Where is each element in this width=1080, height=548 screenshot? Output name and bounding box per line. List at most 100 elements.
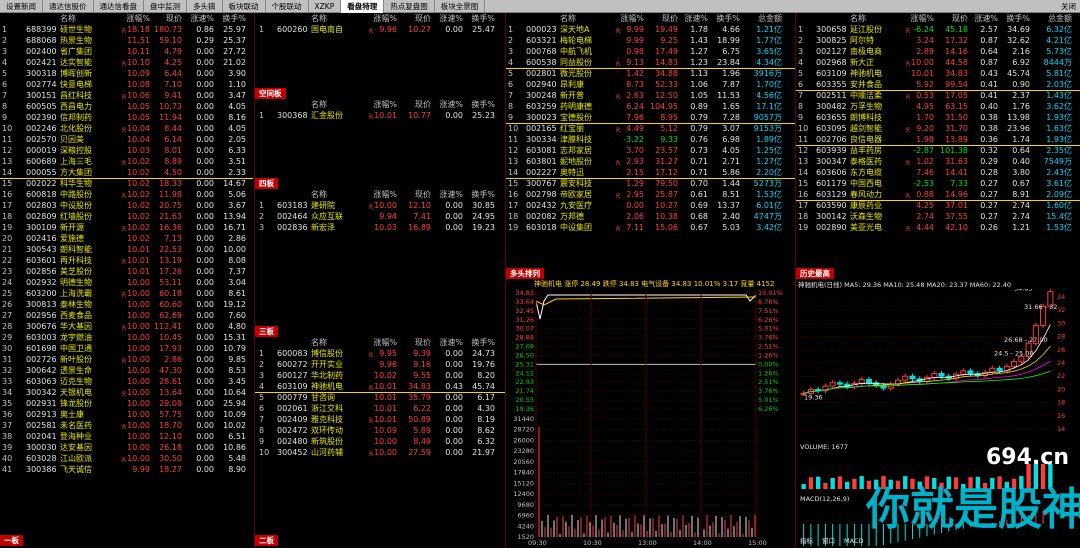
- table-row[interactable]: 14 603606 东方电缆 7.46 14.41 0.28 3.80 2.43亿: [796, 167, 1080, 178]
- table-row[interactable]: 5 000779 甘咨询 10.01 35.79 0.00 6.17: [255, 392, 505, 403]
- table-row[interactable]: 11 300334 津膜科技 -3.22 9.33 0.76 6.98 1.89亿: [506, 134, 795, 145]
- tab-0[interactable]: 设置新闻: [0, 0, 43, 13]
- three-board-label[interactable]: 三板: [255, 326, 278, 337]
- table-row[interactable]: 8 002472 双环传动 10.09 5.89 0.00 8.62: [255, 425, 505, 436]
- table-row[interactable]: 9 603655 朗博科技 1.70 31.50 0.38 13.98 1.93亿: [796, 112, 1080, 123]
- table-row[interactable]: 33 603063 迈克生物 10.00 28.61 0.00 3.45: [0, 376, 253, 387]
- intraday-chart[interactable]: 34.83 10.01% 33.64 8.76% 32.45 7.51% 31.26 6.26…: [506, 289, 795, 546]
- table-row[interactable]: 36 002913 奥士康 10.00 57.75 0.00 10.09: [0, 409, 253, 420]
- table-row[interactable]: 13 600689 上海三毛 10.02 8.89 0.00 3.51 R: [0, 156, 253, 167]
- table-row[interactable]: 7 300151 昌红科技 10.06 9.41 0.00 3.47 R: [0, 90, 253, 101]
- two-board-label[interactable]: 二板: [255, 535, 278, 546]
- table-row[interactable]: 16 600818 中路股份 10.02 11.98 0.00 5.06 R: [0, 189, 253, 200]
- table-row[interactable]: 1 600260 国电南自 9.96 10.27 0.00 25.47 R: [255, 24, 505, 35]
- tab-4[interactable]: 多头搞: [187, 0, 223, 13]
- table-row[interactable]: 13 300347 泰格医药 1.02 31.63 0.29 0.40 7549万 R: [796, 156, 1080, 167]
- close-button[interactable]: 关闭: [1061, 0, 1076, 13]
- table-row[interactable]: 34 300342 天银机电 10.00 13.64 0.00 10.64 R: [0, 387, 253, 398]
- table-row[interactable]: 8 603259 药明康德 6.24 104.95 0.89 1.65 17.1亿: [506, 101, 795, 112]
- table-row[interactable]: 30 601698 中国卫通 10.00 17.93 0.00 10.79: [0, 343, 253, 354]
- table-row[interactable]: 25 603200 上海洗霸 10.00 60.18 0.00 8.61 R: [0, 288, 253, 299]
- table-row[interactable]: 35 002931 锋龙股份 10.00 29.08 0.00 25.94: [0, 398, 253, 409]
- table-row[interactable]: 16 002798 帝欧家居 2.95 25.87 0.61 8.51 1.53亿 R: [506, 189, 795, 200]
- table-row[interactable]: 16 603129 春风动力 0.88 14.96 0.27 8.91 2.09亿 R: [796, 189, 1080, 200]
- table-row[interactable]: 6 603355 安井食品 5.92 99.54 0.41 0.90 2.03亿: [796, 79, 1080, 90]
- table-row[interactable]: 18 002809 红墙股份 10.02 21.63 0.00 13.94: [0, 211, 253, 222]
- table-row[interactable]: 18 002082 万邦德 2.06 10.38 0.68 2.40 4747万: [506, 211, 795, 222]
- table-row[interactable]: 3 002400 省广集团 10.11 4.79 0.00 27.72: [0, 46, 253, 57]
- table-row[interactable]: 9 300023 宝德股份 7.96 8.95 0.79 7.28 9057万: [506, 112, 795, 123]
- table-row[interactable]: 4 600538 同益股份 9.13 14.83 1.23 23.84 4.34亿 R: [506, 57, 795, 68]
- space-board-label[interactable]: 空间板: [255, 88, 286, 99]
- table-row[interactable]: 12 603939 益丰药房 -2.87 101.38 0.32 0.64 2.35亿: [796, 145, 1080, 156]
- table-row[interactable]: 1 300658 延江股份 -6.24 45.18 2.57 34.69 6.32亿 R: [796, 24, 1080, 35]
- table-row[interactable]: 15 002022 科华生物 10.02 18.33 0.00 14.67: [0, 178, 253, 189]
- table-row[interactable]: 28 300676 华大基因 10.00 112.41 0.00 4.80 R: [0, 321, 253, 332]
- table-row[interactable]: 10 603095 越剑智能 9.20 31.70 0.38 23.96 1.63亿 R: [796, 123, 1080, 134]
- table-row[interactable]: 27 002956 西麦食品 10.00 62.69 0.00 7.60: [0, 310, 253, 321]
- table-row[interactable]: 26 300813 泰林生物 10.00 60.60 0.00 19.12: [0, 299, 253, 310]
- table-row[interactable]: 6 002940 昂利康 8.73 52.33 1.06 7.87 1.70亿: [506, 79, 795, 90]
- table-row[interactable]: 39 300030 达安基因 10.00 26.18 0.00 10.86: [0, 442, 253, 453]
- table-row[interactable]: 6 002774 快意电梯 10.08 7.10 0.00 1.10: [0, 79, 253, 90]
- tab-5[interactable]: 板块联动: [223, 0, 266, 13]
- table-row[interactable]: 8 300482 万孚生物 4.95 63.15 0.40 1.76 3.62亿: [796, 101, 1080, 112]
- table-row[interactable]: 29 603003 龙宇燃油 10.00 10.45 0.00 15.31: [0, 332, 253, 343]
- table-row[interactable]: 2 300825 阿尔特 3.24 17.32 0.87 32.62 4.21亿: [796, 35, 1080, 46]
- table-row[interactable]: 14 000055 方大集团 10.02 4.50 0.00 2.33: [0, 167, 253, 178]
- table-row[interactable]: 5 603109 神驰机电 10.01 34.83 0.43 45.74 5.81亿: [796, 68, 1080, 79]
- tab-10[interactable]: 板块全景图: [435, 0, 486, 13]
- bullish-label[interactable]: 多头排列: [506, 268, 544, 279]
- table-row[interactable]: 40 603028 江山欧派 10.00 30.50 0.00 5.48 R: [0, 453, 253, 464]
- table-row[interactable]: 1 000023 深天地A 9.99 19.49 1.78 4.66 1.21亿 R: [506, 24, 795, 35]
- bottom-tab[interactable]: MACD: [844, 537, 863, 545]
- table-row[interactable]: 18 300142 沃森生物 2.74 37.55 0.27 2.74 15.4亿: [796, 211, 1080, 222]
- table-row[interactable]: 17 002432 九安医疗 0.00 10.27 0.69 13.37 6.01亿: [506, 200, 795, 211]
- table-row[interactable]: 9 002480 新筑股份 10.00 8.49 0.00 6.32: [255, 436, 505, 447]
- table-row[interactable]: 14 002227 奥特迅 2.15 17.12 0.71 5.86 2.20亿: [506, 167, 795, 178]
- table-row[interactable]: 4 002968 新大正 10.00 44.58 0.87 6.92 8444万 R: [796, 57, 1080, 68]
- table-row[interactable]: 5 300318 博晖创新 10.09 6.44 0.00 3.90: [0, 68, 253, 79]
- tab-3[interactable]: 盘中监测: [144, 0, 187, 13]
- tab-1[interactable]: 通达信股价: [43, 0, 94, 13]
- table-row[interactable]: 4 603109 神驰机电 10.01 34.83 0.43 45.74 R: [255, 381, 505, 392]
- table-row[interactable]: 12 000019 深粮控股 10.03 8.01 0.00 6.33: [0, 145, 253, 156]
- tab-9[interactable]: 热点复盘图: [384, 0, 435, 13]
- table-row[interactable]: 2 603321 梅轮电梯 9.99 9.25 1.43 18.99 1.77亿: [506, 35, 795, 46]
- table-row[interactable]: 4 002421 达实智能 10.10 4.25 0.00 21.02 R: [0, 57, 253, 68]
- tab-8[interactable]: 看盘特理: [341, 0, 385, 13]
- four-board-label[interactable]: 四板: [255, 178, 278, 189]
- bottom-tab[interactable]: 窗口: [822, 536, 835, 545]
- table-row[interactable]: 10 002165 红宝丽 4.49 5.12 0.79 3.07 9153万 R: [506, 123, 795, 134]
- tab-7[interactable]: XZKP: [309, 0, 342, 13]
- table-row[interactable]: 3 000768 中航飞机 0.98 17.49 1.27 6.75 3.65亿: [506, 46, 795, 57]
- table-row[interactable]: 15 601179 中国西电 -2.53 7.33 0.27 0.67 3.61亿: [796, 178, 1080, 189]
- table-row[interactable]: 32 300642 透景生命 10.00 47.30 0.00 8.53: [0, 365, 253, 376]
- table-row[interactable]: 12 603081 志邦家居 3.70 23.57 0.73 4.05 1.25亿: [506, 145, 795, 156]
- table-row[interactable]: 3 002127 南极电商 2.89 14.16 0.64 2.16 5.73亿: [796, 46, 1080, 57]
- history-high-label[interactable]: 历史最高: [796, 268, 834, 279]
- table-row[interactable]: 7 002409 雅克科技 10.01 50.89 0.00 8.19 R: [255, 414, 505, 425]
- table-row[interactable]: 17 603590 康辰药业 4.25 37.01 0.27 2.74 1.60亿: [796, 200, 1080, 211]
- table-row[interactable]: 8 600505 西昌电力 10.05 10.73 0.00 4.05: [0, 101, 253, 112]
- table-row[interactable]: 37 002581 未名医药 10.00 18.70 0.00 10.02 R: [0, 420, 253, 431]
- table-row[interactable]: 10 002246 北化股份 10.04 8.44 0.00 4.05 R: [0, 123, 253, 134]
- table-row[interactable]: 3 600127 华北制药 10.02 9.55 0.00 8.20: [255, 370, 505, 381]
- tab-2[interactable]: 通达信看盘: [94, 0, 144, 13]
- table-row[interactable]: 1 603183 建研院 10.00 12.10 0.00 30.85 R: [255, 200, 505, 211]
- table-row[interactable]: 1 300368 汇金股份 10.01 10.77 0.00 25.23 R: [255, 110, 505, 121]
- table-row[interactable]: 2 600272 开开实业 9.96 9.16 0.00 19.76: [255, 359, 505, 370]
- table-row[interactable]: 5 002801 微光股份 1.42 34.88 1.13 1.96 3916万: [506, 68, 795, 79]
- one-board-label[interactable]: 一板: [0, 535, 23, 546]
- table-row[interactable]: 2 002464 众应互联 9.94 7.41 0.00 24.95: [255, 211, 505, 222]
- bottom-tab[interactable]: 指标: [800, 536, 814, 545]
- table-row[interactable]: 19 300109 新开源 10.02 16.36 0.00 16.71 R: [0, 222, 253, 233]
- table-row[interactable]: 19 603018 中设集团 7.11 15.06 0.67 5.03 3.42亿 R: [506, 222, 795, 233]
- table-row[interactable]: 1 688399 硕世生物 18.18 180.73 0.86 25.97 R: [0, 24, 253, 35]
- table-row[interactable]: 11 002706 良信电器 1.98 13.89 0.36 1.74 1.93亿: [796, 134, 1080, 145]
- table-row[interactable]: 3 002836 新宏泽 10.03 16.89 0.00 19.23: [255, 222, 505, 233]
- table-row[interactable]: 21 300543 朗科智能 10.01 22.53 0.00 10.00: [0, 244, 253, 255]
- table-row[interactable]: 41 300386 飞天诚信 9.99 18.27 0.00 8.90: [0, 464, 253, 475]
- table-row[interactable]: 10 300452 山河药辅 10.00 27.59 0.00 21.97 R: [255, 447, 505, 458]
- table-row[interactable]: 22 603601 再升科技 10.01 13.19 0.00 8.08 R: [0, 255, 253, 266]
